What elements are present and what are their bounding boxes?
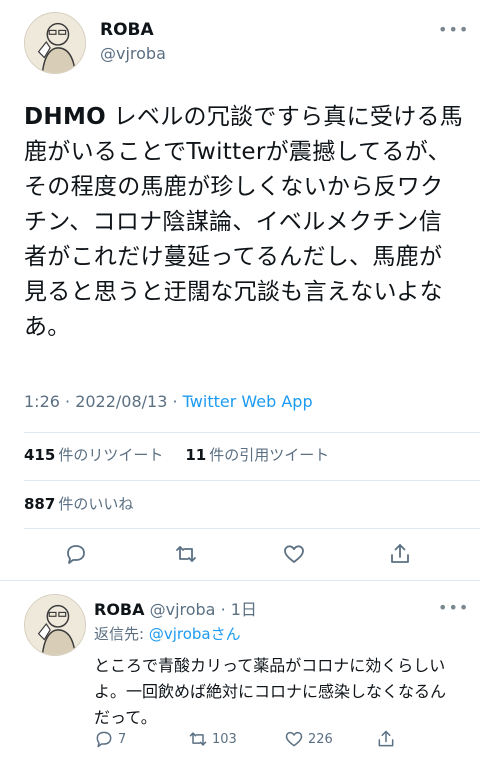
tweet-text: DHMO レベルの冗談ですら真に受ける馬鹿がいることでTwitterが震撼してる… (24, 100, 464, 345)
reply-to-suffix[interactable]: さん (211, 625, 241, 643)
like-stats: 887 件のいいね (24, 493, 133, 514)
reply-text: ところで青酸カリって薬品がコロナに効くらしいよ。一回飲めば絶対にコロナに感染しな… (94, 656, 447, 727)
likes-count[interactable]: 887 (24, 495, 55, 513)
quotes-count[interactable]: 11 (185, 446, 206, 464)
reply-share-button[interactable] (376, 729, 400, 749)
reply-author-name[interactable]: ROBA (94, 600, 145, 619)
more-icon[interactable]: ••• (438, 600, 469, 616)
retweets-count[interactable]: 415 (24, 446, 55, 464)
retweets-label[interactable]: 件のリツイート (58, 446, 163, 464)
share-icon (378, 730, 394, 747)
reply-to: 返信先: @vjrobaさん (94, 623, 241, 644)
tweet-time[interactable]: 1:26 · 2022/08/13 · (24, 392, 183, 411)
divider (24, 480, 480, 481)
reply-icon (96, 731, 112, 748)
tweet-text-bold: DHMO (24, 104, 106, 130)
tweet-app-link[interactable]: Twitter Web App (183, 392, 313, 411)
likes-label[interactable]: 件のいいね (58, 495, 133, 513)
author-name[interactable]: ROBA (100, 20, 154, 40)
reply-author[interactable]: ROBA @vjroba · 1日 (94, 596, 257, 620)
reply-icon[interactable] (64, 542, 88, 566)
retweet-stats: 415 件のリツイート 11 件の引用ツイート (24, 444, 329, 465)
retweet-icon (189, 732, 207, 746)
share-icon[interactable] (388, 542, 412, 566)
quotes-label[interactable]: 件の引用ツイート (209, 446, 329, 464)
reply-to-handle[interactable]: @vjroba (149, 625, 211, 643)
reply-like-count: 226 (308, 731, 333, 747)
more-icon[interactable]: ••• (438, 22, 469, 38)
reply-handle-time[interactable]: @vjroba · 1日 (150, 600, 257, 619)
reply-actions: 7 103 226 (94, 729, 454, 751)
divider (0, 580, 480, 581)
divider (24, 432, 480, 433)
like-icon[interactable] (282, 542, 306, 566)
author-handle[interactable]: @vjroba (100, 44, 166, 63)
avatar[interactable] (24, 12, 86, 74)
reply-reply-button[interactable]: 7 (94, 729, 126, 749)
reply-retweet-count: 103 (212, 731, 237, 747)
reply-like-button[interactable]: 226 (284, 729, 333, 749)
reply-avatar[interactable] (24, 594, 86, 656)
reply-retweet-button[interactable]: 103 (188, 729, 237, 749)
reply-reply-count: 7 (118, 731, 127, 747)
retweet-icon[interactable] (174, 542, 198, 566)
divider (24, 528, 480, 529)
reply-to-prefix: 返信先: (94, 625, 149, 643)
tweet-actions (0, 542, 480, 568)
tweet-meta: 1:26 · 2022/08/13 · Twitter Web App (24, 392, 313, 411)
like-icon (285, 731, 303, 747)
tweet-text-body: レベルの冗談ですら真に受ける馬鹿がいることでTwitterが震撼してるが、その程… (24, 104, 464, 340)
